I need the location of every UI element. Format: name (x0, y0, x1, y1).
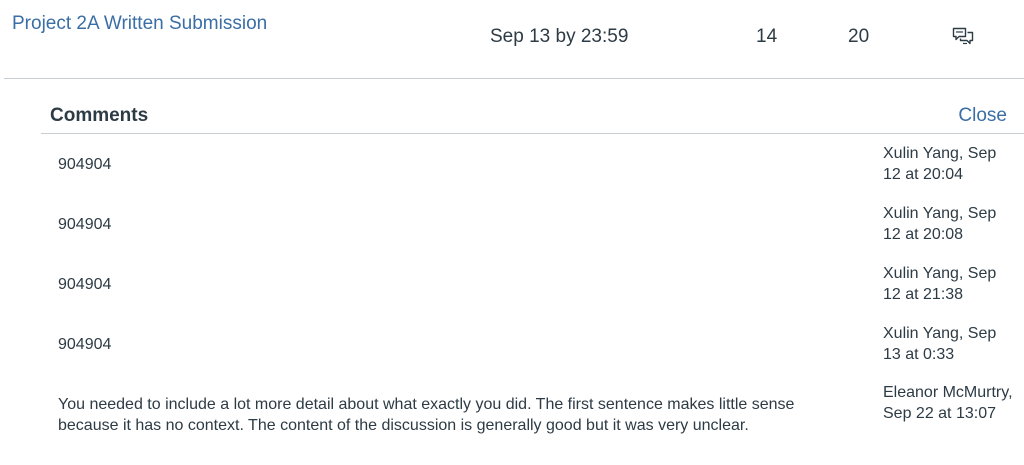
comment-author-date: Xulin Yang, Sep 12 at 20:08 (883, 205, 997, 243)
comment-text: You needed to include a lot more detail … (58, 396, 795, 434)
due-date: Sep 13 by 23:59 (490, 26, 629, 47)
comment-item: You needed to include a lot more detail … (41, 374, 1024, 446)
comment-item: 904904 Xulin Yang, Sep 13 at 0:33 (41, 314, 1024, 374)
comment-author-date: Eleanor McMurtry, Sep 22 at 13:07 (883, 384, 1013, 422)
comment-item: 904904 Xulin Yang, Sep 12 at 21:38 (41, 254, 1024, 314)
points-possible: 20 (848, 26, 870, 47)
score: 14 (756, 26, 778, 47)
comment-item: 904904 Xulin Yang, Sep 12 at 20:08 (41, 194, 1024, 254)
row-divider (4, 78, 1024, 79)
comment-bubbles-icon[interactable] (952, 27, 974, 47)
comment-author-date: Xulin Yang, Sep 12 at 20:04 (883, 145, 997, 183)
comments-panel: Comments Close 904904 Xulin Yang, Sep 12… (41, 96, 1024, 465)
comment-author-date: Xulin Yang, Sep 13 at 0:33 (883, 325, 997, 363)
close-comments-link[interactable]: Close (958, 105, 1007, 127)
comment-text: 904904 (58, 276, 112, 293)
comment-author-date: Xulin Yang, Sep 12 at 21:38 (883, 265, 997, 303)
assignment-row: Project 2A Written Submission Sep 13 by … (0, 0, 1024, 78)
comment-list: 904904 Xulin Yang, Sep 12 at 20:04 90490… (41, 134, 1024, 446)
comment-item: 904904 Xulin Yang, Sep 12 at 20:04 (41, 134, 1024, 194)
comment-text: 904904 (58, 156, 112, 173)
comment-text: 904904 (58, 336, 112, 353)
comments-heading: Comments (50, 105, 149, 126)
comment-text: 904904 (58, 216, 112, 233)
assignment-title-link[interactable]: Project 2A Written Submission (12, 13, 267, 35)
